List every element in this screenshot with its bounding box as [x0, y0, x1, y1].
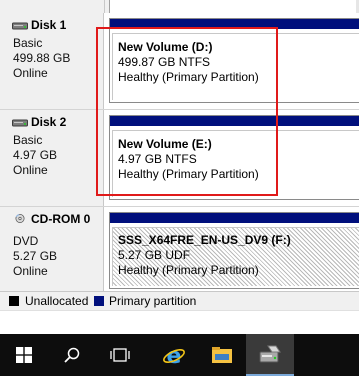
hard-disk-icon: [12, 119, 28, 127]
hard-disk-icon: [12, 22, 28, 30]
taskbar: e: [0, 334, 359, 376]
unallocated-swatch: [9, 296, 19, 306]
disk-management-taskbar-button[interactable]: [246, 334, 294, 376]
legend-primary-partition: Primary partition: [109, 294, 197, 308]
disk-size: 5.27 GB: [13, 249, 58, 263]
disk-label-disk-1[interactable]: Disk 1 Basic 499.88 GB Online: [0, 13, 104, 109]
internet-explorer-icon: e: [163, 344, 185, 367]
volume-size-fs: 4.97 GB NTFS: [118, 152, 197, 166]
status-area: [0, 310, 359, 335]
primary-partition-bar: [110, 116, 359, 126]
svg-text:e: e: [167, 344, 182, 367]
volume-d[interactable]: New Volume (D:) 499.87 GB NTFS Healthy (…: [109, 18, 359, 103]
search-button[interactable]: [48, 334, 96, 376]
cd-rom-icon: [15, 214, 25, 223]
primary-partition-swatch: [94, 296, 104, 306]
volume-title: New Volume (D:): [118, 40, 213, 54]
previous-disk-label-partial: [0, 0, 105, 13]
primary-partition-bar: [110, 213, 359, 223]
disk-row-disk-2[interactable]: Disk 2 Basic 4.97 GB Online New Volume (…: [0, 110, 359, 206]
disk-row-disk-1[interactable]: Disk 1 Basic 499.88 GB Online New Volume…: [0, 13, 359, 109]
disk-status: Online: [13, 264, 48, 278]
volume-size-fs: 499.87 GB NTFS: [118, 55, 211, 69]
disk-status: Online: [13, 163, 48, 177]
file-explorer-icon: [212, 347, 232, 363]
disk-label-cd-rom-0[interactable]: CD-ROM 0 DVD 5.27 GB Online: [0, 207, 104, 291]
disk-size: 4.97 GB: [13, 148, 58, 162]
volume-size-fs: 5.27 GB UDF: [118, 248, 191, 262]
task-view-icon: [110, 348, 130, 362]
volume-body[interactable]: SSS_X64FRE_EN-US_DV9 (F:) 5.27 GB UDF He…: [112, 227, 359, 286]
disk-management-view: Disk 1 Basic 499.88 GB Online New Volume…: [0, 0, 359, 376]
internet-explorer-button[interactable]: e: [150, 334, 198, 376]
volume-e[interactable]: New Volume (E:) 4.97 GB NTFS Healthy (Pr…: [109, 115, 359, 200]
volume-health: Healthy (Primary Partition): [118, 167, 259, 181]
primary-partition-bar: [110, 19, 359, 29]
file-explorer-button[interactable]: [198, 334, 246, 376]
disk-status: Online: [13, 66, 48, 80]
disk-row-cd-rom-0[interactable]: CD-ROM 0 DVD 5.27 GB Online SSS_X64FRE_E…: [0, 207, 359, 291]
disk-name: CD-ROM 0: [31, 212, 91, 226]
disk-management-icon: [259, 345, 281, 363]
search-icon: [64, 347, 80, 363]
legend-bar: Unallocated Primary partition: [0, 291, 359, 310]
disk-name: Disk 2: [31, 115, 67, 129]
disk-type: Basic: [13, 36, 43, 50]
previous-volume-partial: [109, 0, 359, 13]
volume-body[interactable]: New Volume (E:) 4.97 GB NTFS Healthy (Pr…: [112, 130, 359, 197]
task-view-button[interactable]: [96, 334, 144, 376]
start-button[interactable]: [0, 334, 48, 376]
disk-name: Disk 1: [31, 18, 67, 32]
previous-disk-row-partial: [0, 0, 359, 13]
volume-title: New Volume (E:): [118, 137, 212, 151]
disk-size: 499.88 GB: [13, 51, 71, 65]
start-windows-icon: [16, 347, 32, 363]
legend-unallocated: Unallocated: [25, 294, 89, 308]
disk-type: DVD: [13, 234, 39, 248]
volume-f[interactable]: SSS_X64FRE_EN-US_DV9 (F:) 5.27 GB UDF He…: [109, 212, 359, 289]
volume-title: SSS_X64FRE_EN-US_DV9 (F:): [118, 233, 291, 247]
disk-type: Basic: [13, 133, 43, 147]
volume-health: Healthy (Primary Partition): [118, 70, 259, 84]
volume-health: Healthy (Primary Partition): [118, 263, 259, 277]
disk-label-disk-2[interactable]: Disk 2 Basic 4.97 GB Online: [0, 110, 104, 206]
volume-body[interactable]: New Volume (D:) 499.87 GB NTFS Healthy (…: [112, 33, 359, 100]
